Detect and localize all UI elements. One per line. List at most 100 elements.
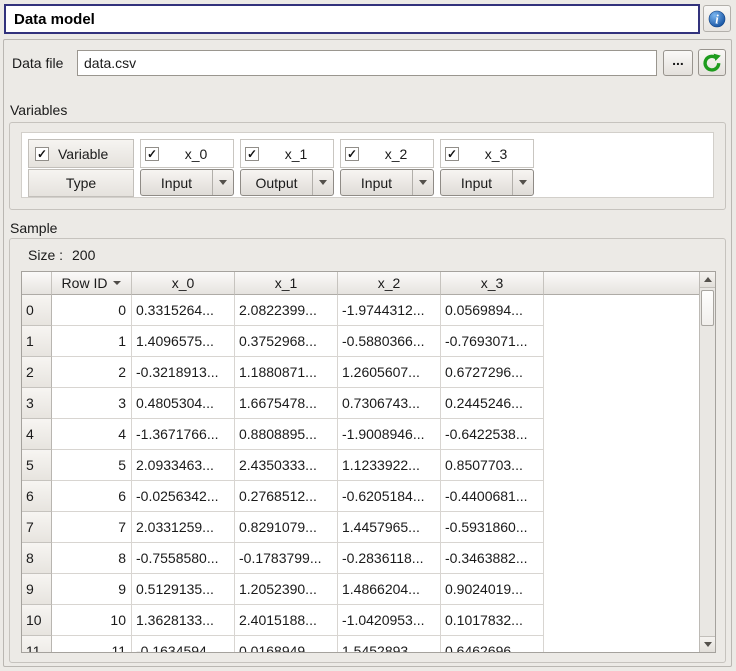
arrow-up-icon: [704, 277, 712, 282]
cell-value[interactable]: -1.0420953...: [338, 605, 441, 636]
cell-value[interactable]: 1.4457965...: [338, 512, 441, 543]
cell-row-id[interactable]: 4: [52, 419, 132, 450]
cell-value[interactable]: 0.8507703...: [441, 450, 544, 481]
row-header[interactable]: 4: [22, 419, 52, 450]
cell-value[interactable]: 0.8291079...: [235, 512, 338, 543]
cell-row-id[interactable]: 1: [52, 326, 132, 357]
checkbox-icon[interactable]: ✓: [345, 147, 359, 161]
cell-value[interactable]: 1.2052390...: [235, 574, 338, 605]
row-header[interactable]: 3: [22, 388, 52, 419]
cell-value[interactable]: -0.0256342...: [132, 481, 235, 512]
cell-value[interactable]: -0.5880366...: [338, 326, 441, 357]
cell-value[interactable]: -0.6205184...: [338, 481, 441, 512]
cell-value[interactable]: -0.3463882...: [441, 543, 544, 574]
type-combo-x_3[interactable]: Input: [440, 169, 534, 196]
column-header-Row ID[interactable]: Row ID: [52, 272, 132, 295]
browse-button[interactable]: ...: [663, 50, 693, 76]
cell-value[interactable]: 2.0822399...: [235, 295, 338, 326]
cell-value[interactable]: 1.2605607...: [338, 357, 441, 388]
cell-value[interactable]: -0.2836118...: [338, 543, 441, 574]
cell-value[interactable]: 1.5452893...: [338, 636, 441, 652]
info-button[interactable]: i: [703, 5, 731, 32]
cell-value[interactable]: 0.6727296...: [441, 357, 544, 388]
type-combo-x_0[interactable]: Input: [140, 169, 234, 196]
cell-value[interactable]: 0.2445246...: [441, 388, 544, 419]
cell-value[interactable]: 1.6675478...: [235, 388, 338, 419]
checkbox-icon[interactable]: ✓: [145, 147, 159, 161]
column-header-x_3[interactable]: x_3: [441, 272, 544, 295]
cell-value[interactable]: 0.5129135...: [132, 574, 235, 605]
row-header[interactable]: 1: [22, 326, 52, 357]
cell-value[interactable]: 1.1233922...: [338, 450, 441, 481]
row-header[interactable]: 0: [22, 295, 52, 326]
column-header-x_1[interactable]: x_1: [235, 272, 338, 295]
vertical-scrollbar[interactable]: [699, 272, 715, 652]
cell-value[interactable]: -0.7693071...: [441, 326, 544, 357]
variable-header-cell[interactable]: ✓ Variable: [28, 139, 134, 168]
variable-cell-x_1[interactable]: ✓x_1: [240, 139, 334, 168]
cell-value[interactable]: 2.0331259...: [132, 512, 235, 543]
cell-value[interactable]: 0.2768512...: [235, 481, 338, 512]
cell-value[interactable]: 0.4805304...: [132, 388, 235, 419]
cell-value[interactable]: 1.4866204...: [338, 574, 441, 605]
scroll-down-button[interactable]: [700, 636, 715, 652]
variable-cell-x_0[interactable]: ✓x_0: [140, 139, 234, 168]
cell-value[interactable]: -0.5931860...: [441, 512, 544, 543]
scroll-up-button[interactable]: [700, 272, 715, 288]
column-header-x_0[interactable]: x_0: [132, 272, 235, 295]
cell-value[interactable]: 2.0933463...: [132, 450, 235, 481]
row-header[interactable]: 6: [22, 481, 52, 512]
column-header-x_2[interactable]: x_2: [338, 272, 441, 295]
variable-cell-x_3[interactable]: ✓x_3: [440, 139, 534, 168]
cell-value[interactable]: -0.1634594...: [132, 636, 235, 652]
cell-value[interactable]: 0.6462696...: [441, 636, 544, 652]
cell-row-id[interactable]: 2: [52, 357, 132, 388]
cell-row-id[interactable]: 6: [52, 481, 132, 512]
row-header[interactable]: 11: [22, 636, 52, 652]
cell-value[interactable]: 0.3315264...: [132, 295, 235, 326]
row-header[interactable]: 7: [22, 512, 52, 543]
data-file-input[interactable]: [77, 50, 657, 76]
cell-row-id[interactable]: 10: [52, 605, 132, 636]
cell-value[interactable]: 0.0569894...: [441, 295, 544, 326]
cell-row-id[interactable]: 3: [52, 388, 132, 419]
cell-value[interactable]: -1.3671766...: [132, 419, 235, 450]
row-header[interactable]: 10: [22, 605, 52, 636]
cell-value[interactable]: -1.9008946...: [338, 419, 441, 450]
cell-row-id[interactable]: 8: [52, 543, 132, 574]
cell-row-id[interactable]: 9: [52, 574, 132, 605]
variable-cell-x_2[interactable]: ✓x_2: [340, 139, 434, 168]
cell-value[interactable]: -0.1783799...: [235, 543, 338, 574]
scrollbar-thumb[interactable]: [701, 290, 714, 326]
cell-value[interactable]: 0.9024019...: [441, 574, 544, 605]
cell-value[interactable]: -1.9744312...: [338, 295, 441, 326]
cell-value[interactable]: 0.0168949...: [235, 636, 338, 652]
cell-value[interactable]: -0.6422538...: [441, 419, 544, 450]
cell-value[interactable]: 1.3628133...: [132, 605, 235, 636]
checkbox-icon[interactable]: ✓: [445, 147, 459, 161]
refresh-button[interactable]: [698, 49, 726, 76]
row-header[interactable]: 8: [22, 543, 52, 574]
type-combo-x_2[interactable]: Input: [340, 169, 434, 196]
row-header[interactable]: 9: [22, 574, 52, 605]
cell-value[interactable]: 0.8808895...: [235, 419, 338, 450]
cell-value[interactable]: 0.3752968...: [235, 326, 338, 357]
cell-row-id[interactable]: 0: [52, 295, 132, 326]
cell-row-id[interactable]: 7: [52, 512, 132, 543]
cell-value[interactable]: 1.4096575...: [132, 326, 235, 357]
cell-row-id[interactable]: 5: [52, 450, 132, 481]
cell-value[interactable]: 0.1017832...: [441, 605, 544, 636]
cell-value[interactable]: 2.4015188...: [235, 605, 338, 636]
cell-value[interactable]: -0.7558580...: [132, 543, 235, 574]
type-combo-x_1[interactable]: Output: [240, 169, 334, 196]
row-header[interactable]: 2: [22, 357, 52, 388]
cell-value[interactable]: -0.4400681...: [441, 481, 544, 512]
checkbox-icon[interactable]: ✓: [35, 147, 49, 161]
row-header[interactable]: 5: [22, 450, 52, 481]
cell-value[interactable]: -0.3218913...: [132, 357, 235, 388]
cell-value[interactable]: 1.1880871...: [235, 357, 338, 388]
cell-value[interactable]: 2.4350333...: [235, 450, 338, 481]
cell-row-id[interactable]: 11: [52, 636, 132, 652]
checkbox-icon[interactable]: ✓: [245, 147, 259, 161]
cell-value[interactable]: 0.7306743...: [338, 388, 441, 419]
